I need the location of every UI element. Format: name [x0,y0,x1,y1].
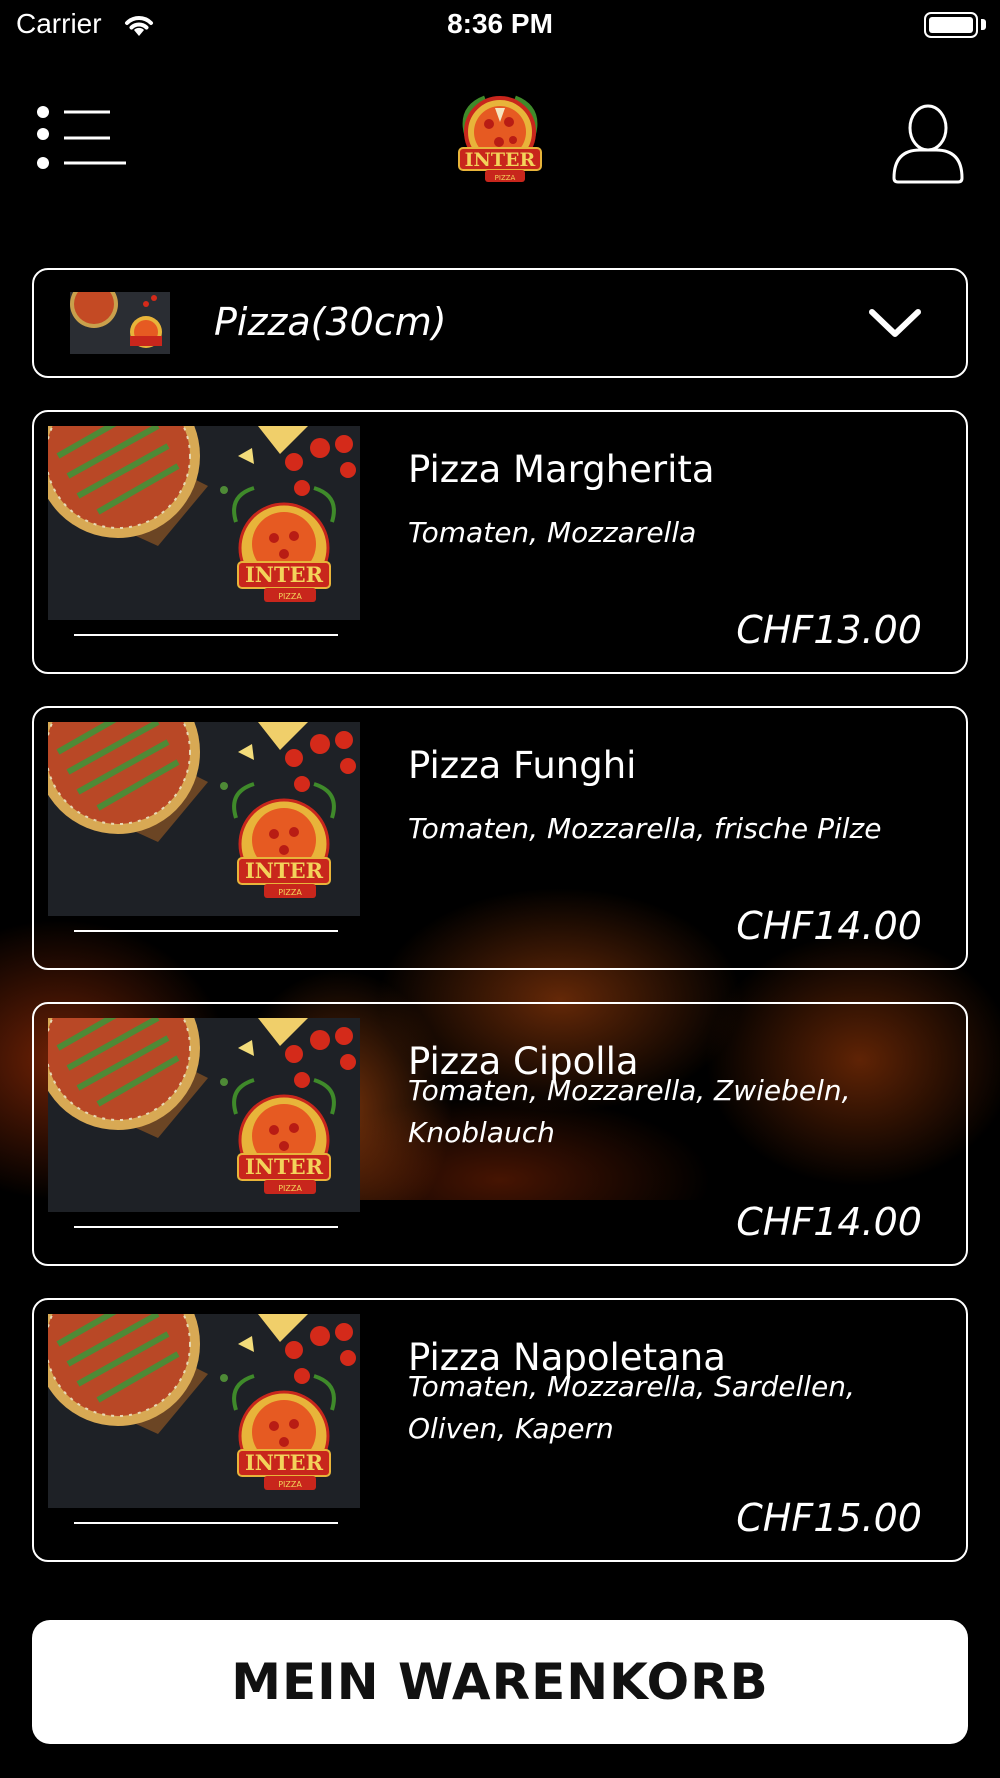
category-thumbnail [70,292,170,354]
svg-text:INTER: INTER [465,149,536,171]
user-profile-icon [892,104,964,184]
product-price: CHF13.00 [736,608,922,652]
product-image: INTER PIZZA [48,426,360,620]
category-label: Pizza(30cm) [214,300,447,344]
product-image: INTER PIZZA [48,722,360,916]
product-card-2[interactable]: INTER PIZZA Pizza Funghi Tomaten, Mozzar… [32,706,968,970]
svg-text:PIZZA: PIZZA [278,888,302,897]
svg-text:INTER: INTER [245,562,324,587]
product-image: INTER PIZZA [48,1018,360,1212]
svg-text:PIZZA: PIZZA [278,1480,302,1489]
svg-text:INTER: INTER [245,1154,324,1179]
image-underline [74,1226,338,1228]
image-underline [74,930,338,932]
product-title: Pizza Funghi [408,744,637,787]
clock: 8:36 PM [447,8,553,39]
battery-tip [981,19,986,30]
menu-button[interactable] [34,104,130,174]
status-bar: Carrier 8:36 PM [0,0,1000,50]
category-dropdown[interactable]: Pizza(30cm) [32,268,968,378]
battery-icon [924,12,978,38]
cart-button[interactable]: MEIN WARENKORB [32,1620,968,1744]
product-card-4[interactable]: INTER PIZZA Pizza Napoletana Tomaten, Mo… [32,1298,968,1562]
svg-text:PIZZA: PIZZA [495,174,516,182]
product-card-1[interactable]: INTER PIZZA Pizza Margherita Tomaten, Mo… [32,410,968,674]
svg-text:INTER: INTER [245,1450,324,1475]
chevron-down-icon [869,309,921,337]
profile-button[interactable] [890,102,966,186]
product-price: CHF14.00 [736,1200,922,1244]
product-description: Tomaten, Mozzarella [408,516,697,549]
product-description: Tomaten, Mozzarella, Zwiebeln, Knoblauch [408,1074,851,1149]
svg-text:PIZZA: PIZZA [278,1184,302,1193]
product-card-3[interactable]: INTER PIZZA Pizza Cipolla Tomaten, Mozza… [32,1002,968,1266]
svg-text:PIZZA: PIZZA [278,592,302,601]
list-menu-icon [37,106,126,169]
product-title: Pizza Margherita [408,448,715,491]
product-description: Tomaten, Mozzarella, Sardellen, Oliven, … [408,1370,855,1445]
product-image: INTER PIZZA [48,1314,360,1508]
svg-text:INTER: INTER [245,858,324,883]
product-price: CHF14.00 [736,904,922,948]
cart-button-label: MEIN WARENKORB [231,1653,769,1711]
image-underline [74,634,338,636]
product-description: Tomaten, Mozzarella, frische Pilze [408,812,882,845]
image-underline [74,1522,338,1524]
product-price: CHF15.00 [736,1496,922,1540]
inter-pizza-logo: INTER PIZZA [458,95,542,182]
